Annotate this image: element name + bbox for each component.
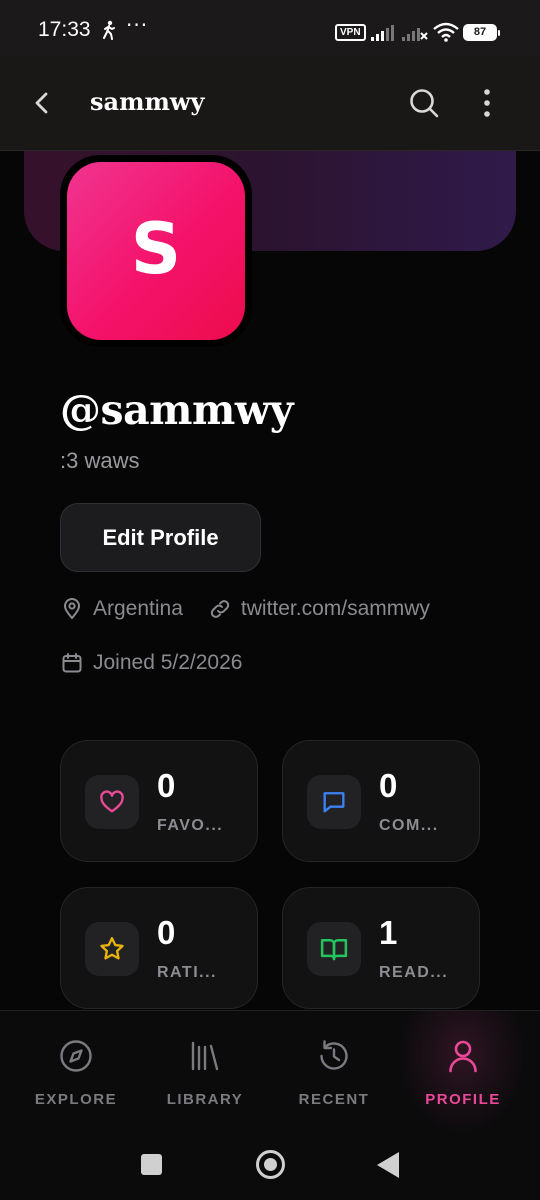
profile-bio: :3 waws xyxy=(60,448,140,473)
edit-profile-button[interactable]: Edit Profile xyxy=(60,503,261,572)
profile-meta-row: Argentina twitter.com/sammwy xyxy=(60,597,430,621)
avatar[interactable]: S xyxy=(60,155,252,347)
location-pin-icon xyxy=(64,598,80,619)
nav-profile[interactable]: PROFILE xyxy=(413,1011,513,1135)
wifi-icon xyxy=(433,22,459,42)
nav-label: PROFILE xyxy=(425,1091,501,1108)
walking-icon xyxy=(103,20,115,40)
stat-icon-box xyxy=(307,922,361,976)
nav-library[interactable]: LIBRARY xyxy=(155,1011,255,1135)
heart-icon xyxy=(100,790,124,813)
home-button[interactable] xyxy=(256,1150,285,1179)
history-icon xyxy=(320,1040,348,1070)
system-back-button[interactable] xyxy=(377,1152,399,1178)
stat-value: 0 xyxy=(157,767,176,804)
chat-bubble-icon xyxy=(323,792,345,813)
stat-label: COM... xyxy=(379,817,439,834)
nav-explore[interactable]: EXPLORE xyxy=(26,1011,126,1135)
user-icon xyxy=(449,1040,477,1073)
system-navigation-bar xyxy=(0,1134,540,1200)
link-icon xyxy=(210,600,230,618)
stat-value: 0 xyxy=(379,767,398,804)
library-icon xyxy=(191,1041,219,1071)
stat-icon-box xyxy=(85,922,139,976)
stat-label: READ... xyxy=(379,964,449,981)
stat-label: FAVO... xyxy=(157,817,224,834)
nav-label: RECENT xyxy=(298,1091,370,1108)
bottom-navigation: EXPLORE LIBRARY RECENT PROFILE xyxy=(0,1010,540,1135)
app-header: sammwy xyxy=(0,56,540,151)
page-title: sammwy xyxy=(90,87,205,116)
status-bar: 17:33 ··· VPN 87 xyxy=(0,0,540,56)
compass-icon xyxy=(60,1040,92,1072)
avatar-tile: S xyxy=(67,162,245,340)
stat-icon-box xyxy=(85,775,139,829)
calendar-icon xyxy=(62,653,82,673)
stat-value: 1 xyxy=(379,914,398,951)
stat-icon-box xyxy=(307,775,361,829)
profile-handle: @sammwy xyxy=(60,386,294,434)
location-text: Argentina xyxy=(93,597,183,620)
stat-label: RATI... xyxy=(157,964,217,981)
signal-icon xyxy=(371,25,394,41)
profile-link[interactable]: twitter.com/sammwy xyxy=(241,597,430,621)
status-time: 17:33 xyxy=(38,18,91,41)
stat-card-comments[interactable]: 0 COM... xyxy=(282,740,480,862)
star-icon xyxy=(100,937,124,960)
stat-card-favorites[interactable]: 0 FAVO... xyxy=(60,740,258,862)
more-vertical-icon[interactable] xyxy=(474,85,500,121)
battery-icon: 87 xyxy=(463,24,500,41)
joined-row: Joined 5/2/2026 xyxy=(60,651,242,675)
vpn-badge: VPN xyxy=(335,24,366,41)
open-book-icon xyxy=(320,939,348,961)
signal-no-service-icon xyxy=(402,28,428,41)
status-more-dots: ··· xyxy=(126,13,149,37)
stat-value: 0 xyxy=(157,914,176,951)
nav-label: LIBRARY xyxy=(166,1091,244,1108)
joined-date: Joined 5/2/2026 xyxy=(93,651,243,674)
stat-card-read[interactable]: 1 READ... xyxy=(282,887,480,1009)
nav-recent[interactable]: RECENT xyxy=(284,1011,384,1135)
nav-label: EXPLORE xyxy=(34,1091,118,1108)
avatar-letter: S xyxy=(130,208,182,290)
search-icon[interactable] xyxy=(406,85,442,121)
back-arrow-icon[interactable] xyxy=(24,84,62,122)
recents-button[interactable] xyxy=(141,1154,162,1175)
stat-card-ratings[interactable]: 0 RATI... xyxy=(60,887,258,1009)
